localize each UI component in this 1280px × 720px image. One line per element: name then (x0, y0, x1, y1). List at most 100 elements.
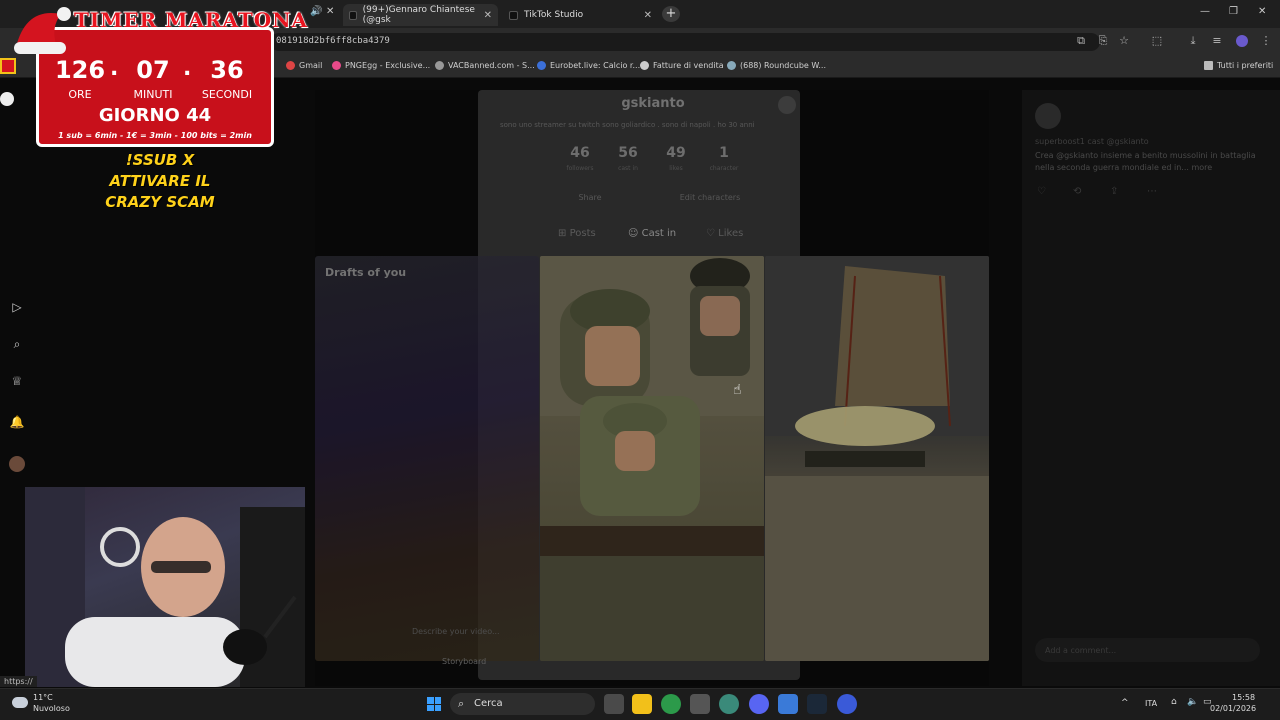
bookmark-label: Eurobet.live: Calcio r... (550, 61, 641, 70)
timer-title: TIMER MARATONA (74, 8, 309, 32)
bookmark-label: Fatture di vendita (653, 61, 724, 70)
network-icon[interactable]: ⌂ (1171, 697, 1177, 707)
download-icon[interactable]: ⤓ (1187, 35, 1199, 47)
windows-start-icon[interactable] (427, 697, 441, 711)
timer-seconds: 36 (210, 56, 244, 84)
maximize-icon[interactable]: ❐ (1229, 6, 1238, 17)
translate-icon[interactable]: ⧉ (1075, 35, 1087, 47)
comment-text: Crea @gskianto insieme a benito mussolin… (1035, 151, 1256, 172)
tab-gennaro[interactable]: (99+)Gennaro Chiantese (@gsk ✕ (343, 4, 498, 26)
minimize-icon[interactable]: — (1200, 6, 1210, 17)
bookmark-vacbanned[interactable]: VACBanned.com - S... (435, 61, 535, 70)
install-icon[interactable]: ⎘ (1097, 35, 1109, 47)
task-view-icon[interactable] (604, 694, 624, 714)
bookmark-pngegg[interactable]: PNGEgg - Exclusive... (332, 61, 430, 70)
share-icon[interactable]: ⇪ (1110, 186, 1118, 197)
trophy-icon[interactable]: ♕ (9, 373, 25, 389)
search-icon[interactable]: ⌕ (9, 336, 25, 352)
sub-line-2: ATTIVARE IL (109, 172, 211, 190)
eurobet-icon (537, 61, 546, 70)
chevron-up-icon[interactable]: ^ (1121, 698, 1129, 708)
bookmark-label: (688) Roundcube W... (740, 61, 826, 70)
bookmark-label: PNGEgg - Exclusive... (345, 61, 431, 70)
media-icon[interactable]: ≡ (1211, 35, 1223, 47)
timer-colon: . (183, 56, 192, 81)
app-icon[interactable] (837, 694, 857, 714)
folder-icon (1204, 61, 1213, 70)
weather-temp[interactable]: 11°C (33, 693, 53, 702)
extensions-icon[interactable]: ⬚ (1151, 35, 1163, 47)
close-icon[interactable]: ✕ (484, 10, 492, 21)
search-icon: ⌕ (458, 697, 465, 710)
timer-minutes-label: MINUTI (133, 88, 173, 101)
remix-icon[interactable]: ⟲ (1073, 186, 1081, 197)
tiktok-icon (509, 10, 518, 20)
tab-tiktok-studio[interactable]: TikTok Studio ✕ (503, 4, 658, 26)
chrome-icon[interactable] (661, 694, 681, 714)
play-icon[interactable]: ▷ (9, 299, 25, 315)
timer-rates: 1 sub = 6min - 1€ = 3min - 100 bits = 2m… (58, 131, 252, 140)
audio-icon[interactable]: 🔊 (310, 6, 322, 17)
comment-header: superboost1 cast @gskianto (1035, 137, 1149, 146)
bell-icon[interactable]: 🔔 (9, 414, 25, 430)
app-icon[interactable] (778, 694, 798, 714)
more-link[interactable]: more (1191, 163, 1212, 172)
bookmark-label: Tutti i preferiti (1217, 61, 1274, 70)
bookmark-gmail[interactable]: Gmail (286, 61, 322, 70)
status-url: https:// (0, 676, 37, 687)
language-indicator[interactable]: ITA (1145, 699, 1157, 708)
tiktok-icon (349, 10, 357, 20)
close-icon[interactable]: ✕ (644, 10, 652, 21)
roundcube-icon (727, 61, 736, 70)
more-icon[interactable]: ⋯ (1147, 186, 1157, 197)
taskbar-search[interactable] (450, 693, 595, 715)
pngegg-icon (332, 61, 341, 70)
comments-panel (1022, 90, 1280, 686)
webcam-feed (25, 487, 305, 687)
weather-desc[interactable]: Nuvoloso (33, 704, 70, 713)
timer-seconds-label: SECONDI (201, 88, 253, 101)
app-icon[interactable] (719, 694, 739, 714)
comment-cast: cast @gskianto (1087, 137, 1149, 146)
avatar[interactable] (9, 456, 25, 472)
url-text: 081918d2bf6ff8cba4379 (276, 36, 390, 46)
bookmark-label: VACBanned.com - S... (448, 61, 535, 70)
timer-hours: 126 (54, 56, 106, 84)
steam-icon[interactable] (807, 694, 827, 714)
close-tab-icon[interactable]: ✕ (326, 6, 334, 17)
storyboard-button[interactable]: Storyboard (442, 657, 486, 666)
star-icon[interactable]: ☆ (1118, 35, 1130, 47)
taskbar-search-label: Cerca (474, 698, 503, 709)
timer-hours-label: ORE (68, 88, 92, 101)
hand-cursor-icon: ☝ (733, 382, 742, 398)
clock-time[interactable]: 15:58 (1232, 693, 1255, 702)
tab-label: (99+)Gennaro Chiantese (@gsk (362, 5, 475, 25)
window-close-icon[interactable]: ✕ (1258, 6, 1266, 17)
bookmark-roundcube[interactable]: (688) Roundcube W... (727, 61, 826, 70)
discord-icon[interactable] (749, 694, 769, 714)
comment-username[interactable]: superboost1 (1035, 137, 1085, 146)
bookmark-fatture[interactable]: Fatture di vendita (640, 61, 724, 70)
profile-avatar-icon[interactable] (1236, 35, 1248, 47)
url-field[interactable] (270, 33, 1100, 51)
describe-input[interactable]: Describe your video... (412, 627, 500, 636)
volume-icon[interactable]: 🔈 (1187, 697, 1198, 707)
comment-placeholder: Add a comment... (1045, 646, 1117, 655)
bookmark-all[interactable]: Tutti i preferiti (1204, 61, 1273, 70)
clock-date[interactable]: 02/01/2026 (1210, 704, 1256, 713)
gift-icon (0, 58, 18, 106)
app-icon[interactable] (690, 694, 710, 714)
like-icon[interactable]: ♡ (1037, 186, 1046, 197)
timer-colon: . (110, 56, 119, 81)
commenter-avatar[interactable] (1035, 103, 1061, 129)
cloud-icon (12, 697, 28, 708)
timer-minutes: 07 (136, 56, 170, 84)
tab-label: TikTok Studio (524, 10, 584, 20)
bookmark-icon (640, 61, 649, 70)
modal-dim-overlay (315, 90, 989, 686)
file-explorer-icon[interactable] (632, 694, 652, 714)
gmail-icon (286, 61, 295, 70)
menu-icon[interactable]: ⋮ (1260, 35, 1272, 47)
new-tab-button[interactable]: + (662, 6, 680, 22)
bookmark-eurobet[interactable]: Eurobet.live: Calcio r... (537, 61, 640, 70)
